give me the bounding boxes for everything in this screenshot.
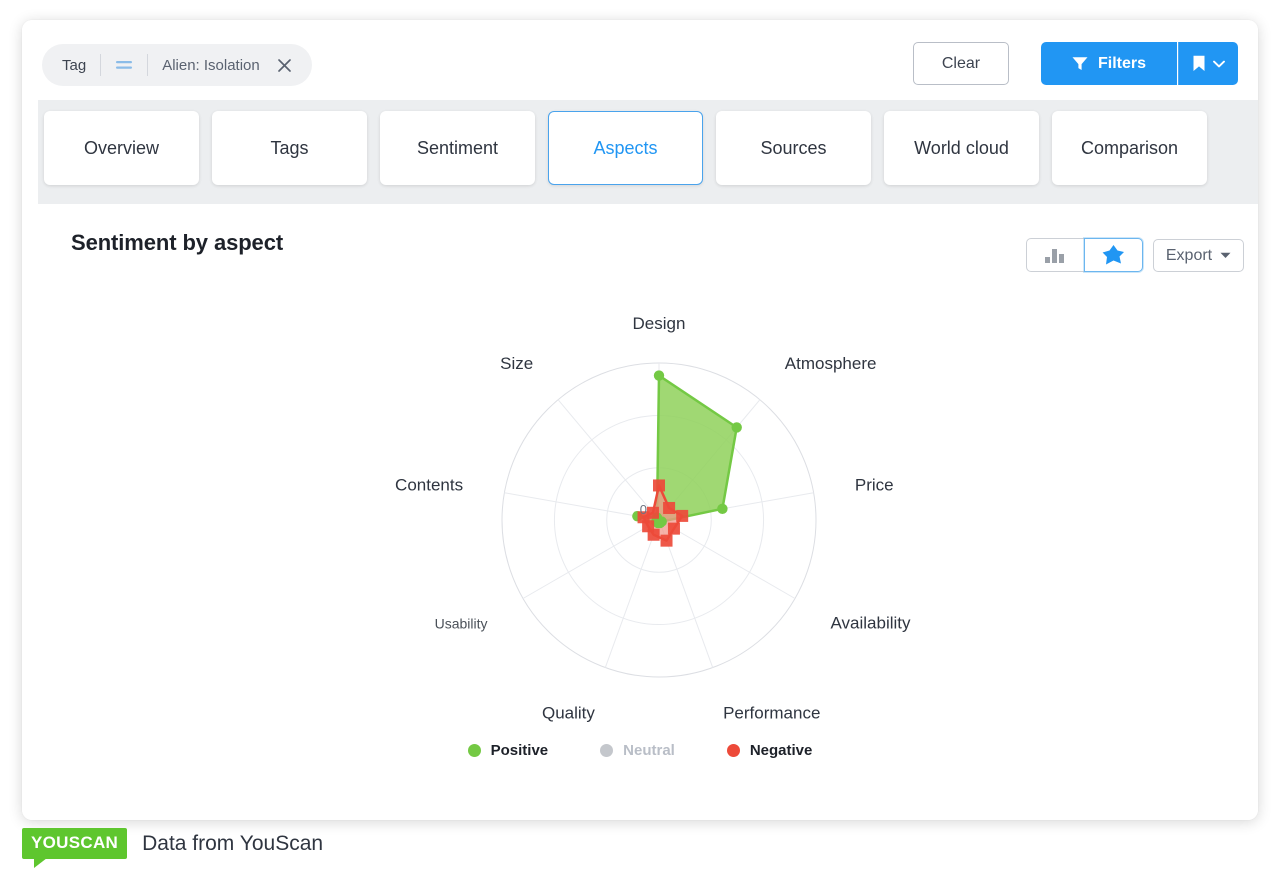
legend-item-positive[interactable]: Positive [467,742,549,759]
radar-point-negative [676,509,689,522]
radar-axis-label: Atmosphere [785,354,877,373]
filter-chip-key: Tag [62,56,87,74]
tab-aspects[interactable]: Aspects [548,111,703,185]
filters-button[interactable]: Filters [1041,42,1177,85]
radar-origin-label: 0 [640,502,647,517]
bookmark-dropdown-button[interactable] [1178,42,1238,85]
radar-chart: 0 Design Atmosphere Price Availability Perfor… [22,206,1258,766]
legend-dot-neutral [600,744,614,757]
radar-axis-label: Usability [435,616,488,632]
footer-text: Data from YouScan [142,831,324,855]
filters-button-label: Filters [1097,54,1146,72]
app-card: Tag Alien: Isolation Clear Filters Overv… [22,20,1258,820]
radar-series-positive [636,374,738,525]
tab-sentiment[interactable]: Sentiment [380,111,535,185]
legend-label-positive: Positive [490,742,549,759]
radar-axis-label: Design [633,314,686,333]
radar-point-negative [660,534,673,547]
legend-label-neutral: Neutral [623,742,675,759]
radar-point-negative [646,506,659,519]
chart-legend: Positive Neutral Negative [22,742,1258,759]
legend-dot-positive [467,744,481,757]
filter-chip-value: Alien: Isolation [162,56,260,74]
legend-dot-negative [726,744,740,757]
filter-chip[interactable]: Tag Alien: Isolation [42,44,312,86]
radar-chart-view-button[interactable] [1084,238,1143,272]
radar-point-negative [663,501,676,514]
radar-axis-line [522,519,660,599]
footer: YOUSCAN Data from YouScan [22,828,324,868]
clear-button[interactable]: Clear [913,42,1009,85]
chevron-down-icon [1213,60,1225,67]
legend-item-negative[interactable]: Negative [726,742,813,759]
youscan-logo: YOUSCAN [22,828,128,868]
legend-label-negative: Negative [749,742,813,759]
radar-axis-label: Availability [831,614,912,633]
funnel-icon [1072,57,1088,70]
equals-icon [116,61,133,69]
tab-world-cloud[interactable]: World cloud [884,111,1039,185]
page-root: Tag Alien: Isolation Clear Filters Overv… [0,0,1280,888]
radar-axis-label: Size [500,354,533,373]
bookmark-icon [1193,55,1205,71]
radar-point-positive [717,503,728,515]
radar-axis-label: Contents [395,475,463,494]
radar-chart-icon [1102,245,1124,265]
radar-axis-line [604,519,660,668]
tab-bar: Overview Tags Sentiment Aspects Sources … [38,100,1258,204]
radar-point-positive [731,422,742,433]
tab-overview[interactable]: Overview [44,111,199,185]
tab-comparison[interactable]: Comparison [1052,111,1207,185]
radar-point-positive [653,370,665,381]
radar-chart-svg[interactable]: 0 Design Atmosphere Price Availability Perfor… [22,206,1258,766]
radar-axis-label: Performance [723,704,820,723]
filter-operator[interactable] [101,59,147,71]
radar-point-negative [667,522,680,535]
legend-item-neutral[interactable]: Neutral [600,742,675,759]
radar-point-negative [653,479,665,492]
radar-axis-label: Quality [542,704,595,723]
filter-bar: Tag Alien: Isolation Clear Filters [22,20,1258,100]
close-icon[interactable] [272,52,298,78]
radar-axis-label: Price [855,475,894,494]
tab-sources[interactable]: Sources [716,111,871,185]
tab-tags[interactable]: Tags [212,111,367,185]
